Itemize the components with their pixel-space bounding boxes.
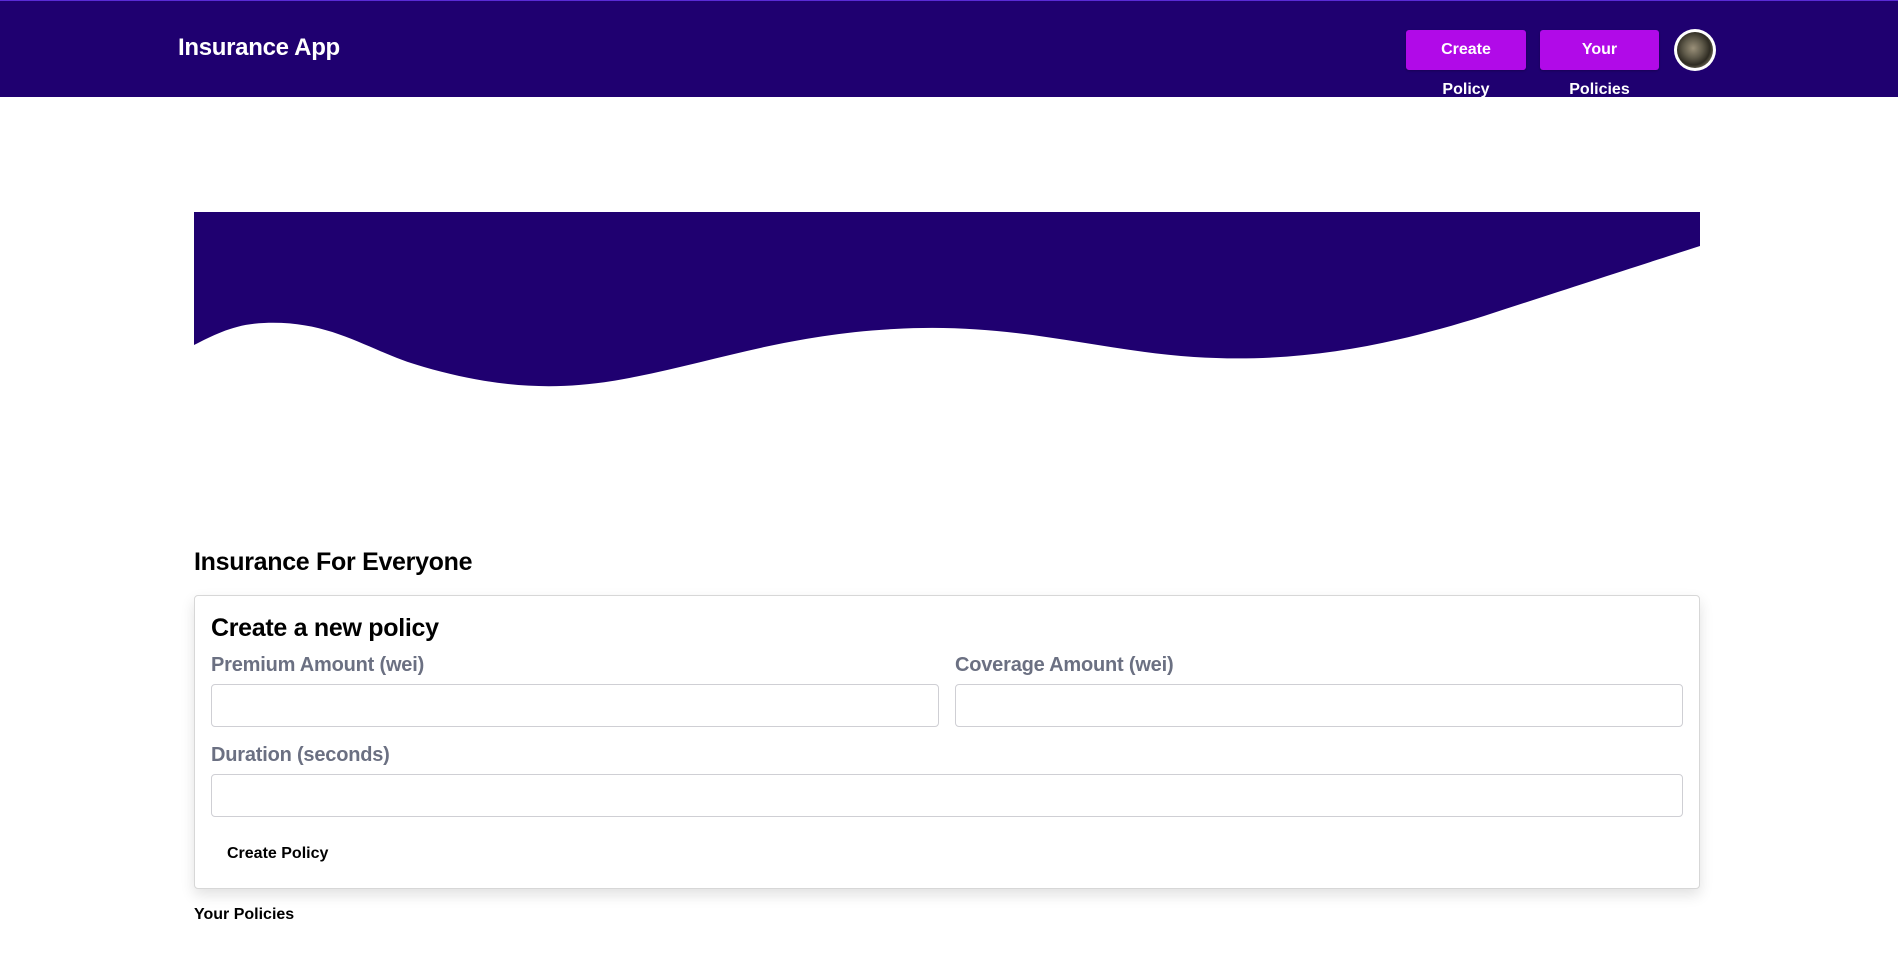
user-avatar-icon: [1677, 32, 1713, 68]
premium-amount-input[interactable]: [211, 684, 939, 727]
top-navbar: Insurance App Create Policy Your Policie…: [0, 0, 1898, 98]
coverage-amount-label: Coverage Amount (wei): [955, 654, 1174, 676]
your-policies-heading: Your Policies: [194, 906, 295, 923]
premium-amount-label: Premium Amount (wei): [211, 654, 425, 676]
app-title[interactable]: Insurance App: [178, 34, 340, 62]
nav-create-policy-button[interactable]: Create Policy: [1406, 30, 1526, 98]
coverage-amount-input[interactable]: [955, 684, 1683, 727]
section-title: Insurance For Everyone: [194, 548, 473, 576]
create-policy-card: Create a new policy Premium Amount (wei)…: [194, 595, 1700, 889]
create-policy-submit-button[interactable]: Create Policy: [211, 836, 344, 872]
avatar[interactable]: [1674, 29, 1716, 71]
form-title: Create a new policy: [211, 614, 439, 642]
hero-wave-banner: [194, 212, 1700, 387]
nav-your-policies-button[interactable]: Your Policies: [1540, 30, 1659, 98]
wave-graphic: [194, 212, 1700, 387]
wave-shape: [194, 212, 1700, 387]
duration-label: Duration (seconds): [211, 744, 390, 766]
duration-input[interactable]: [211, 774, 1683, 817]
